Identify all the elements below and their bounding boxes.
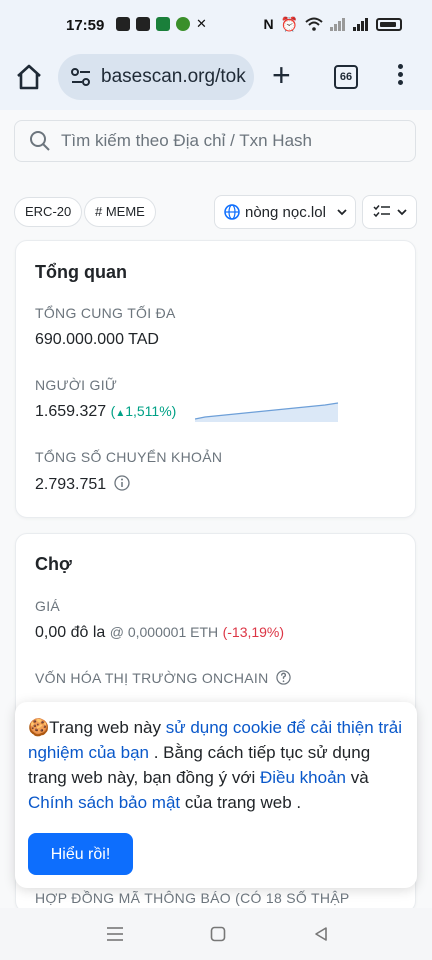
back-nav-icon[interactable] [313,926,329,942]
chevron-down-icon [337,209,347,216]
globe-icon [224,204,240,220]
up-arrow-icon: ▲ [115,408,126,419]
market-title: Chợ [35,554,72,574]
holders-change-value: 1,511% [125,403,172,419]
tag-erc20[interactable]: ERC-20 [14,197,83,227]
terms-link[interactable]: Điều khoản [260,768,346,787]
max-supply-value: 690.000.000 TAD [35,331,159,348]
app-notification-icon [176,17,190,31]
cookie-text: 🍪Trang web này sử dụng cookie để cải thi… [28,715,408,815]
app-notification-icon [116,17,130,31]
price-label: GIÁ [35,598,61,614]
app-notification-icon: ✕ [196,16,207,31]
search-placeholder: Tìm kiếm theo Địa chỉ / Txn Hash [61,131,312,150]
battery-icon [376,17,402,31]
url-text: basescan.org/tok [101,66,246,87]
max-supply-label: TỔNG CUNG TỐI ĐA [35,305,176,321]
overview-title: Tổng quan [35,262,127,282]
system-nav-bar [0,908,432,960]
cookie-text-4: của trang web . [180,793,302,812]
notification-icons: ✕ [116,17,210,31]
signal-icon [353,17,368,31]
transfers-label: TỔNG SỐ CHUYỂN KHOẢN [35,449,223,465]
accept-cookies-button[interactable]: Hiểu rồi! [28,833,133,875]
wifi-icon [305,17,323,31]
checklist-icon [373,205,390,218]
holders-row: 1.659.327 (▲1,511%) [35,403,176,421]
network-dropdown[interactable]: nòng nọc.lol [214,195,356,229]
token-contract-label: HỢP ĐỒNG MÃ THÔNG BÁO (CÓ 18 SỐ THẬP [35,890,350,906]
privacy-policy-link[interactable]: Chính sách bảo mật [28,793,180,812]
site-settings-icon[interactable] [70,67,92,87]
market-cap-label: VỐN HÓA THỊ TRƯỜNG ONCHAIN [35,670,291,686]
info-icon[interactable] [113,475,130,491]
tab-switcher-button[interactable]: 66 [334,65,358,89]
price-value: 0,00 đô la [35,624,106,641]
system-icons: N ⏰ [263,16,402,32]
home-nav-icon[interactable] [210,926,226,942]
price-change: (-13,19%) [222,624,285,640]
cookie-text-1: Trang web này [49,718,166,737]
holders-sparkline [195,402,339,422]
app-notification-icon [156,17,170,31]
holders-label: NGƯỜI GIỮ [35,377,118,393]
overview-card: Tổng quan TỔNG CUNG TỐI ĐA 690.000.000 T… [15,240,416,518]
chevron-down-icon [397,209,407,216]
home-icon[interactable] [14,62,44,92]
status-bar: 17:59 ✕ N ⏰ [0,0,432,52]
more-menu-icon[interactable] [396,64,404,90]
browser-toolbar: basescan.org/tok + 66 [0,52,432,110]
transfers-value: 2.793.751 [35,476,107,493]
search-icon [30,131,50,151]
capcut-icon [136,17,150,31]
transfers-row: 2.793.751 [35,475,130,494]
price-row: 0,00 đô la @ 0,000001 ETH (-13,19%) [35,624,284,642]
cookie-text-3: và [346,768,369,787]
status-time: 17:59 [66,17,105,34]
recent-apps-icon[interactable] [106,926,124,942]
cookie-banner: 🍪Trang web này sử dụng cookie để cải thi… [15,702,417,888]
nfc-icon: N [263,16,274,32]
address-bar[interactable]: basescan.org/tok [58,54,254,100]
list-options-dropdown[interactable] [362,195,417,229]
holders-value: 1.659.327 [35,403,107,420]
cookie-icon: 🍪 [28,718,50,737]
tag-meme[interactable]: # MEME [84,197,156,227]
alarm-icon: ⏰ [280,16,298,32]
holders-change: (▲1,511%) [110,403,177,419]
signal-icon [330,17,345,31]
help-icon[interactable] [276,670,291,685]
network-label: nòng nọc.lol [245,203,326,221]
new-tab-icon[interactable]: + [272,58,291,92]
market-cap-label-text: VỐN HÓA THỊ TRƯỜNG ONCHAIN [35,670,269,686]
search-input[interactable]: Tìm kiếm theo Địa chỉ / Txn Hash [14,120,416,162]
price-eth: @ 0,000001 ETH [109,624,219,640]
